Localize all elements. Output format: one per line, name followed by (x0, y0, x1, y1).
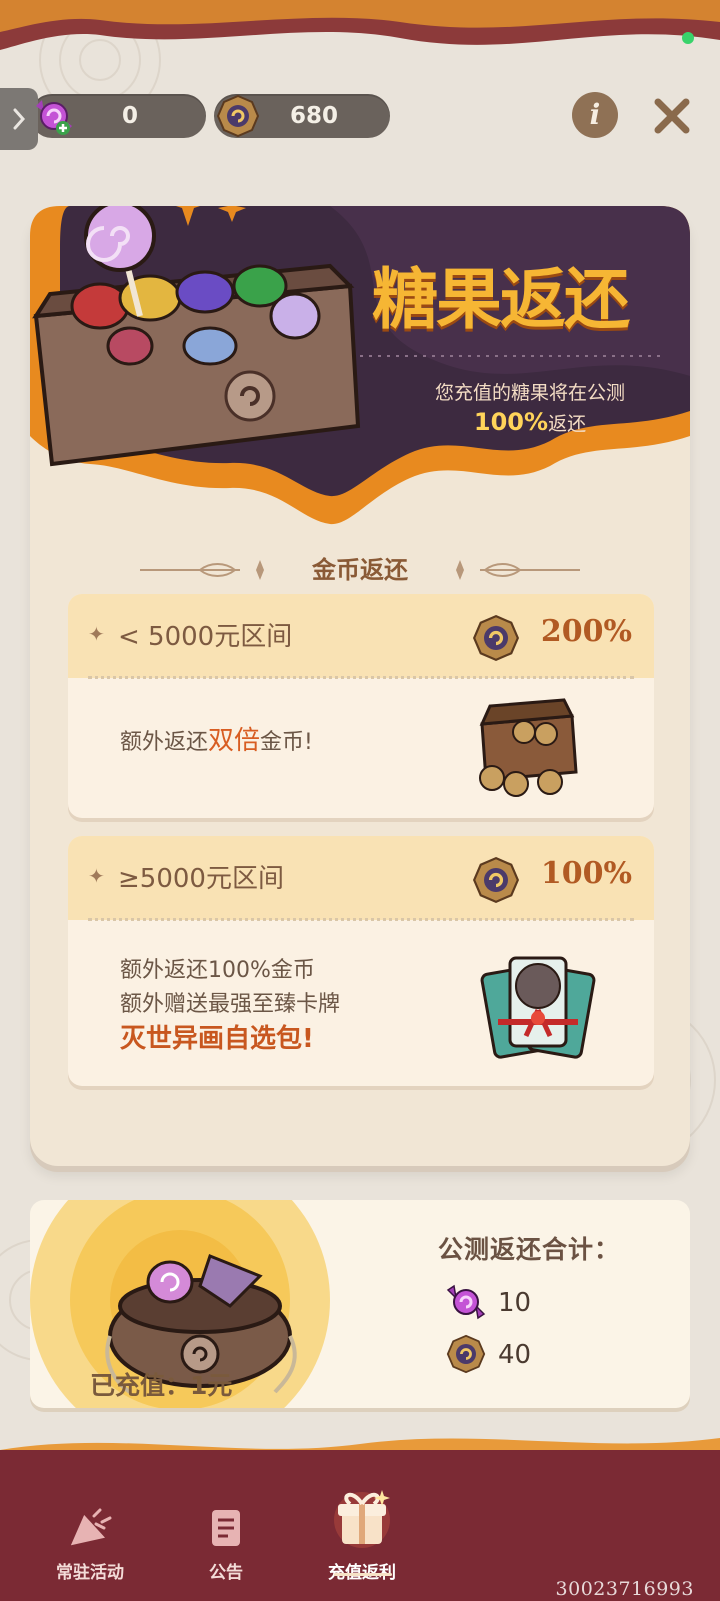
tier-label: ≥5000元区间 (118, 864, 284, 894)
tier-5000-and-above: ✦ ≥5000元区间 100% 额外返还100%金币 额外赠送最强至臻卡牌 灭世… (68, 836, 654, 1086)
tier-text-prefix: 额外返还 (120, 730, 209, 755)
tier-divider (88, 918, 634, 921)
nav-tab-recharge-rebate[interactable]: 充值返利 (292, 1490, 432, 1583)
document-icon (212, 1510, 240, 1546)
coin-icon (472, 856, 520, 904)
close-icon[interactable] (650, 94, 694, 138)
coin-icon (472, 614, 520, 662)
watermark-id: 30023716993 (555, 1578, 694, 1600)
tier-text-suffix: 金币! (260, 730, 313, 755)
ornament-right (456, 560, 580, 580)
tier-text-highlight: 双倍 (208, 726, 261, 756)
tier-percent: 100% (540, 856, 632, 891)
treasure-chest-icon (479, 698, 578, 797)
banner-suffix: 返还 (548, 413, 587, 435)
banner-percent: 100% (473, 408, 549, 436)
coin-icon (446, 1334, 486, 1374)
tier-percent: 200% (540, 614, 632, 649)
info-button[interactable]: i (572, 92, 618, 138)
nav-label: 充值返利 (292, 1558, 432, 1583)
coin-balance-value: 680 (289, 103, 338, 129)
nav-label: 公告 (209, 1563, 243, 1583)
sparkle-icon: ✦ (88, 622, 105, 646)
nav-label: 常驻活动 (56, 1563, 124, 1583)
candy-icon (446, 1284, 486, 1320)
party-popper-icon (69, 1508, 112, 1547)
tier-label: < 5000元区间 (118, 622, 293, 652)
tier-text-highlight: 灭世异画自选包! (120, 1024, 314, 1054)
ornament-left (140, 560, 264, 580)
chevron-right-icon (13, 108, 26, 130)
summary-coin-total: 40 (498, 1340, 532, 1370)
summary-title: 公测返还合计： (438, 1235, 621, 1264)
nav-tab-regular-events[interactable]: 常驻活动 (20, 1508, 160, 1583)
card-pack-icon (480, 956, 596, 1059)
nav-tab-announcement[interactable]: 公告 (156, 1508, 296, 1583)
tier-divider (88, 676, 634, 679)
section-title-text: 金币返还 (312, 555, 408, 584)
gift-box-icon (334, 1490, 390, 1548)
tier-text-line2: 额外赠送最强至臻卡牌 (120, 992, 341, 1017)
top-decorative-band (0, 0, 720, 50)
tier-description: 额外返还100%金币 额外赠送最强至臻卡牌 灭世异画自选包! (120, 954, 340, 1056)
coin-rebate-section-title: 金币返还 (140, 548, 580, 592)
status-indicator (682, 32, 694, 44)
tier-description: 额外返还双倍金币! (120, 724, 313, 760)
tier-text-line1: 额外返还100%金币 (120, 958, 315, 983)
banner-subtitle-percent-line: 100%返还 (380, 408, 680, 436)
active-tab-indicator (334, 1573, 392, 1576)
banner-title: 糖果返还 (372, 260, 630, 338)
tier-under-5000: ✦ < 5000元区间 200% 额外返还双倍金币! (68, 594, 654, 818)
coin-icon (216, 94, 260, 138)
banner-subtitle: 您充值的糖果将在公测 (434, 382, 625, 404)
charged-amount: 已充值：1元 (90, 1371, 233, 1400)
candy-add-icon[interactable] (30, 92, 78, 140)
summary-candy-total: 10 (498, 1288, 532, 1318)
candy-balance-value: 0 (121, 103, 138, 129)
sparkle-icon: ✦ (88, 864, 105, 888)
